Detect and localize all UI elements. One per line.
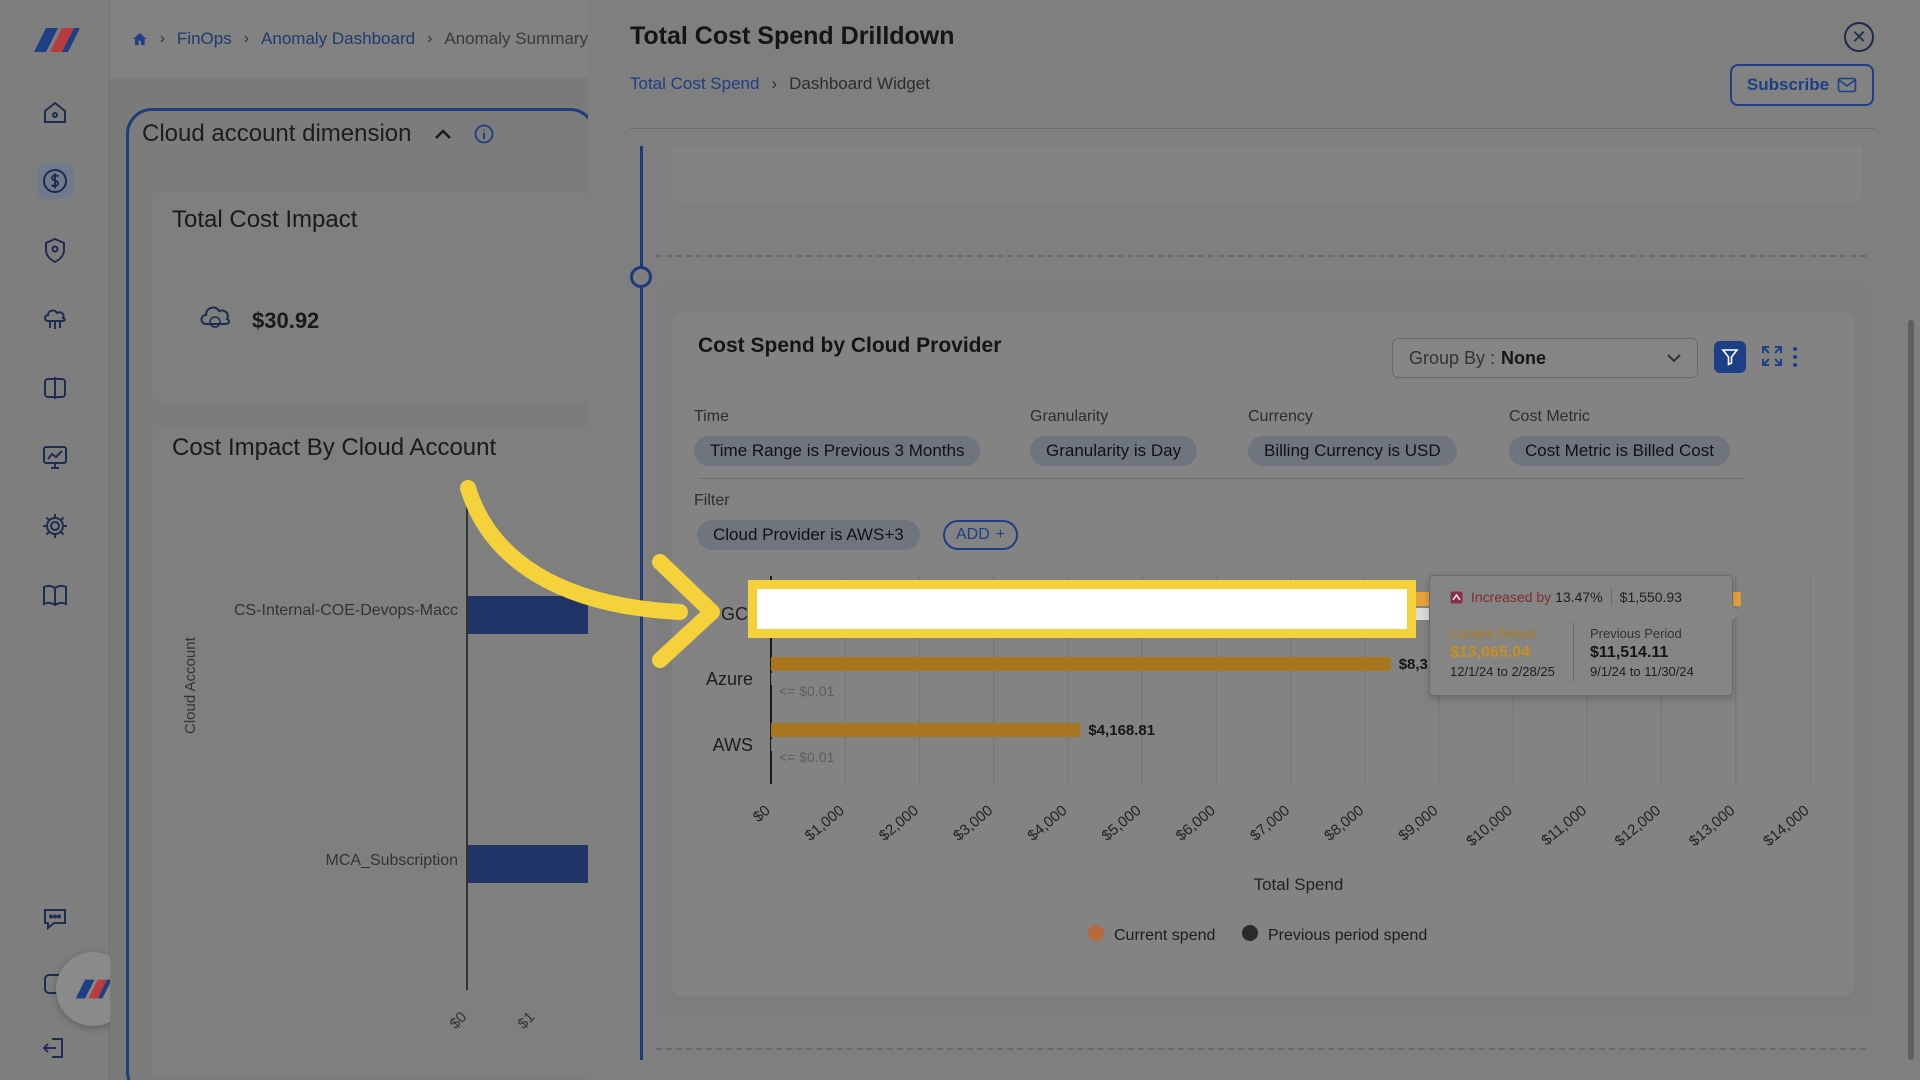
legend-item: Previous period spend xyxy=(1268,927,1427,944)
x-tick-label: $7,000 xyxy=(1247,802,1293,845)
x-tick-label: $8,000 xyxy=(1321,802,1367,845)
cloud-money-icon xyxy=(200,306,231,328)
x-tick-label: $9,000 xyxy=(1395,802,1441,845)
x-tick-label: $1,000 xyxy=(802,802,848,845)
brand-logo-icon xyxy=(75,979,112,999)
logout-icon[interactable] xyxy=(37,1030,73,1066)
chevron-right-icon: › xyxy=(243,30,250,47)
total-cost-impact-value: $30.92 xyxy=(252,308,320,333)
book-icon[interactable] xyxy=(37,577,73,613)
x-tick-label: $6,000 xyxy=(1173,802,1219,845)
breadcrumb-anomaly-dashboard[interactable]: Anomaly Dashboard xyxy=(261,29,415,49)
bar-current-spend xyxy=(771,657,1391,671)
drilldown-drawer: Total Cost Spend Drilldown ✕ Total Cost … xyxy=(588,0,1920,1080)
gear-icon[interactable] xyxy=(37,508,73,544)
tooltip-caret xyxy=(1732,606,1740,620)
x-tick-label: $12,000 xyxy=(1612,802,1664,850)
legend-item: Current spend xyxy=(1114,927,1215,944)
x-tick-label: $0 xyxy=(750,802,774,826)
tooltip-previous-range: 9/1/24 to 11/30/24 xyxy=(1590,664,1694,679)
cost-spend-chart: $0 $1,000 $2,000 $3,000 $4,000 $5,000 $6,000 $7… xyxy=(706,576,1813,944)
tooltip-previous-value: $11,514.11 xyxy=(1590,644,1669,661)
y-category-label: AWS xyxy=(713,735,753,755)
dollar-icon[interactable] xyxy=(37,163,73,199)
y-category-label: Azure xyxy=(706,669,753,689)
tooltip-previous-label: Previous Period xyxy=(1590,626,1682,641)
cost-impact-by-account-card xyxy=(152,428,588,1078)
x-tick-label: $11,000 xyxy=(1538,802,1590,849)
legend-marker xyxy=(1242,925,1258,941)
tooltip-current-value: $13,065.04 xyxy=(1450,644,1531,661)
chevron-right-icon: › xyxy=(159,30,165,47)
home-icon[interactable] xyxy=(132,27,148,51)
x-tick-label: $3,000 xyxy=(950,802,996,845)
dimension-title: Cloud account dimension xyxy=(142,120,494,148)
shield-pin-icon[interactable] xyxy=(37,232,73,268)
sidebar xyxy=(0,0,110,1080)
account-bar xyxy=(468,596,588,634)
account-bar xyxy=(468,845,588,883)
chevron-up-icon[interactable] xyxy=(434,128,452,140)
home-icon[interactable] xyxy=(37,94,73,130)
bar-data-label: $8,3 xyxy=(1399,656,1428,673)
trend-up-icon xyxy=(1450,591,1463,603)
x-tick-label: $5,000 xyxy=(1099,802,1145,845)
info-icon[interactable] xyxy=(474,124,494,144)
bar-previous-spend xyxy=(771,739,772,751)
breadcrumb-finops[interactable]: FinOps xyxy=(177,29,232,49)
account-label: MCA_Subscription xyxy=(325,852,459,869)
chat-icon[interactable] xyxy=(37,900,73,936)
x-tick-label: $13,000 xyxy=(1686,802,1738,850)
cloud-network-icon[interactable] xyxy=(37,301,73,337)
bar-data-label: <= $0.01 xyxy=(779,749,834,765)
dimension-title-text: Cloud account dimension xyxy=(142,120,412,147)
monitor-chart-icon[interactable] xyxy=(37,439,73,475)
chevron-right-icon: › xyxy=(427,30,433,47)
account-label: CS-Internal-COE-Devops-Macc xyxy=(233,602,458,619)
x-tick-label: $14,000 xyxy=(1760,802,1812,850)
cost-impact-by-account-title: Cost Impact By Cloud Account xyxy=(172,434,497,461)
legend-marker xyxy=(1088,925,1104,941)
brand-logo[interactable] xyxy=(28,22,84,58)
tooltip-current-range: 12/1/24 to 2/28/25 xyxy=(1450,664,1555,679)
compare-icon[interactable] xyxy=(37,370,73,406)
tooltip-change-pct: 13.47% xyxy=(1555,589,1603,605)
account-y-axis-label: Cloud Account xyxy=(182,637,199,734)
bar-current-spend xyxy=(771,723,1081,737)
bar-tooltip: Increased by 13.47% $1,550.93 Current Pe… xyxy=(1429,575,1740,696)
x-axis-title: Total Spend xyxy=(1254,875,1344,894)
bar-data-label: <= $0.01 xyxy=(779,683,834,699)
tooltip-current-label: Current Period xyxy=(1450,626,1535,641)
tooltip-change-label: Increased by xyxy=(1471,589,1552,605)
breadcrumb: › FinOps › Anomaly Dashboard › Anomaly S… xyxy=(110,0,588,78)
highlight-box xyxy=(748,580,1416,638)
bar-data-label: $4,168.81 xyxy=(1088,722,1155,739)
x-tick-label: $2,000 xyxy=(876,802,922,845)
x-tick-label: $4,000 xyxy=(1024,802,1070,845)
background-dashboard: › FinOps › Anomaly Dashboard › Anomaly S… xyxy=(110,0,588,1080)
bar-previous-spend xyxy=(771,673,772,685)
tooltip-change-amount: $1,550.93 xyxy=(1619,589,1682,605)
breadcrumb-anomaly-summary: Anomaly Summary xyxy=(444,29,588,48)
tooltip-separator xyxy=(1610,588,1612,606)
account-chart-axis xyxy=(466,500,468,990)
total-cost-impact-title: Total Cost Impact xyxy=(172,206,358,233)
tooltip-divider xyxy=(1573,622,1574,682)
x-tick-label: $10,000 xyxy=(1463,802,1515,850)
